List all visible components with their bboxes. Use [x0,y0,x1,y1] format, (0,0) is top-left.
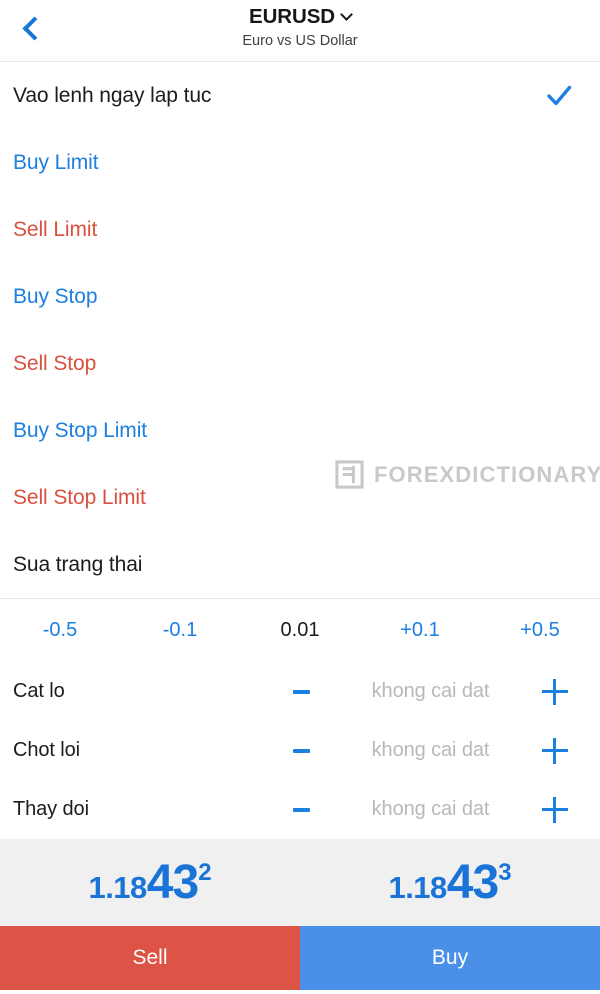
trade-order-screen: EURUSD Euro vs US Dollar Vao lenh ngay l… [0,0,600,994]
ask-price-base: 1.18 [388,869,447,905]
order-type-buy-limit[interactable]: Buy Limit [0,129,600,196]
action-bar: Sell Buy [0,926,600,990]
order-type-buy-stop-limit[interactable]: Buy Stop Limit [0,397,600,464]
deviation-value[interactable]: khong cai dat [334,798,527,821]
order-type-label: Buy Stop Limit [13,418,147,442]
bid-price-big: 43 [146,855,199,909]
param-row-deviation: Thay doi khong cai dat [0,780,600,839]
order-type-instant-execution[interactable]: Vao lenh ngay lap tuc [0,62,600,129]
bid-price-fraction: 2 [198,858,212,886]
order-type-label: Buy Limit [13,150,99,174]
order-type-sell-stop-limit[interactable]: Sell Stop Limit [0,464,600,531]
param-label: Cat lo [13,680,65,702]
order-type-label: Sell Limit [13,217,98,241]
deviation-increment-button[interactable] [527,795,583,825]
chevron-down-icon [340,7,353,21]
order-type-sell-limit[interactable]: Sell Limit [0,196,600,263]
order-type-list: Vao lenh ngay lap tuc Buy Limit Sell Lim… [0,62,600,598]
bid-price-base: 1.18 [88,869,147,905]
take-profit-decrement-button[interactable] [268,748,334,753]
ask-price-big: 43 [446,855,499,909]
volume-minus-small-button[interactable]: -0.1 [120,619,240,642]
ask-price[interactable]: 1.18 43 3 [300,855,600,909]
ask-price-fraction: 3 [498,858,512,886]
header-title-block: EURUSD Euro vs US Dollar [0,4,600,50]
take-profit-increment-button[interactable] [527,736,583,766]
param-row-stop-loss: Cat lo khong cai dat [0,662,600,721]
order-parameters: Cat lo khong cai dat Chot loi khong cai … [0,662,600,839]
minus-icon [292,807,310,812]
order-type-label: Buy Stop [13,284,98,308]
plus-icon [542,796,568,823]
order-type-modify-status[interactable]: Sua trang thai [0,531,600,598]
page-title: EURUSD [249,4,335,28]
minus-icon [292,689,310,694]
order-type-sell-stop[interactable]: Sell Stop [0,330,600,397]
stop-loss-decrement-button[interactable] [268,689,334,694]
order-type-label: Sell Stop [13,351,97,375]
volume-plus-large-button[interactable]: +0.5 [480,619,600,642]
minus-icon [292,748,310,753]
sell-button[interactable]: Sell [0,926,300,990]
price-quote-bar: 1.18 43 2 1.18 43 3 [0,839,600,926]
stop-loss-increment-button[interactable] [527,677,583,707]
param-row-take-profit: Chot loi khong cai dat [0,721,600,780]
order-type-label: Sell Stop Limit [13,485,146,509]
deviation-decrement-button[interactable] [268,807,334,812]
buy-button[interactable]: Buy [300,926,600,990]
plus-icon [542,737,568,764]
bid-price[interactable]: 1.18 43 2 [0,855,300,909]
symbol-subtitle: Euro vs US Dollar [242,33,358,49]
volume-plus-small-button[interactable]: +0.1 [360,619,480,642]
app-header: EURUSD Euro vs US Dollar [0,0,600,62]
symbol-selector[interactable]: EURUSD [0,4,600,29]
check-icon [546,83,572,109]
param-label: Chot loi [13,739,81,761]
plus-icon [542,678,568,705]
volume-minus-large-button[interactable]: -0.5 [0,619,120,642]
volume-value[interactable]: 0.01 [240,619,360,642]
stop-loss-value[interactable]: khong cai dat [334,680,527,703]
order-type-buy-stop[interactable]: Buy Stop [0,263,600,330]
order-type-label: Sua trang thai [13,552,143,576]
volume-stepper: -0.5 -0.1 0.01 +0.1 +0.5 [0,598,600,662]
order-type-label: Vao lenh ngay lap tuc [13,83,212,107]
take-profit-value[interactable]: khong cai dat [334,739,527,762]
param-label: Thay doi [13,798,89,820]
